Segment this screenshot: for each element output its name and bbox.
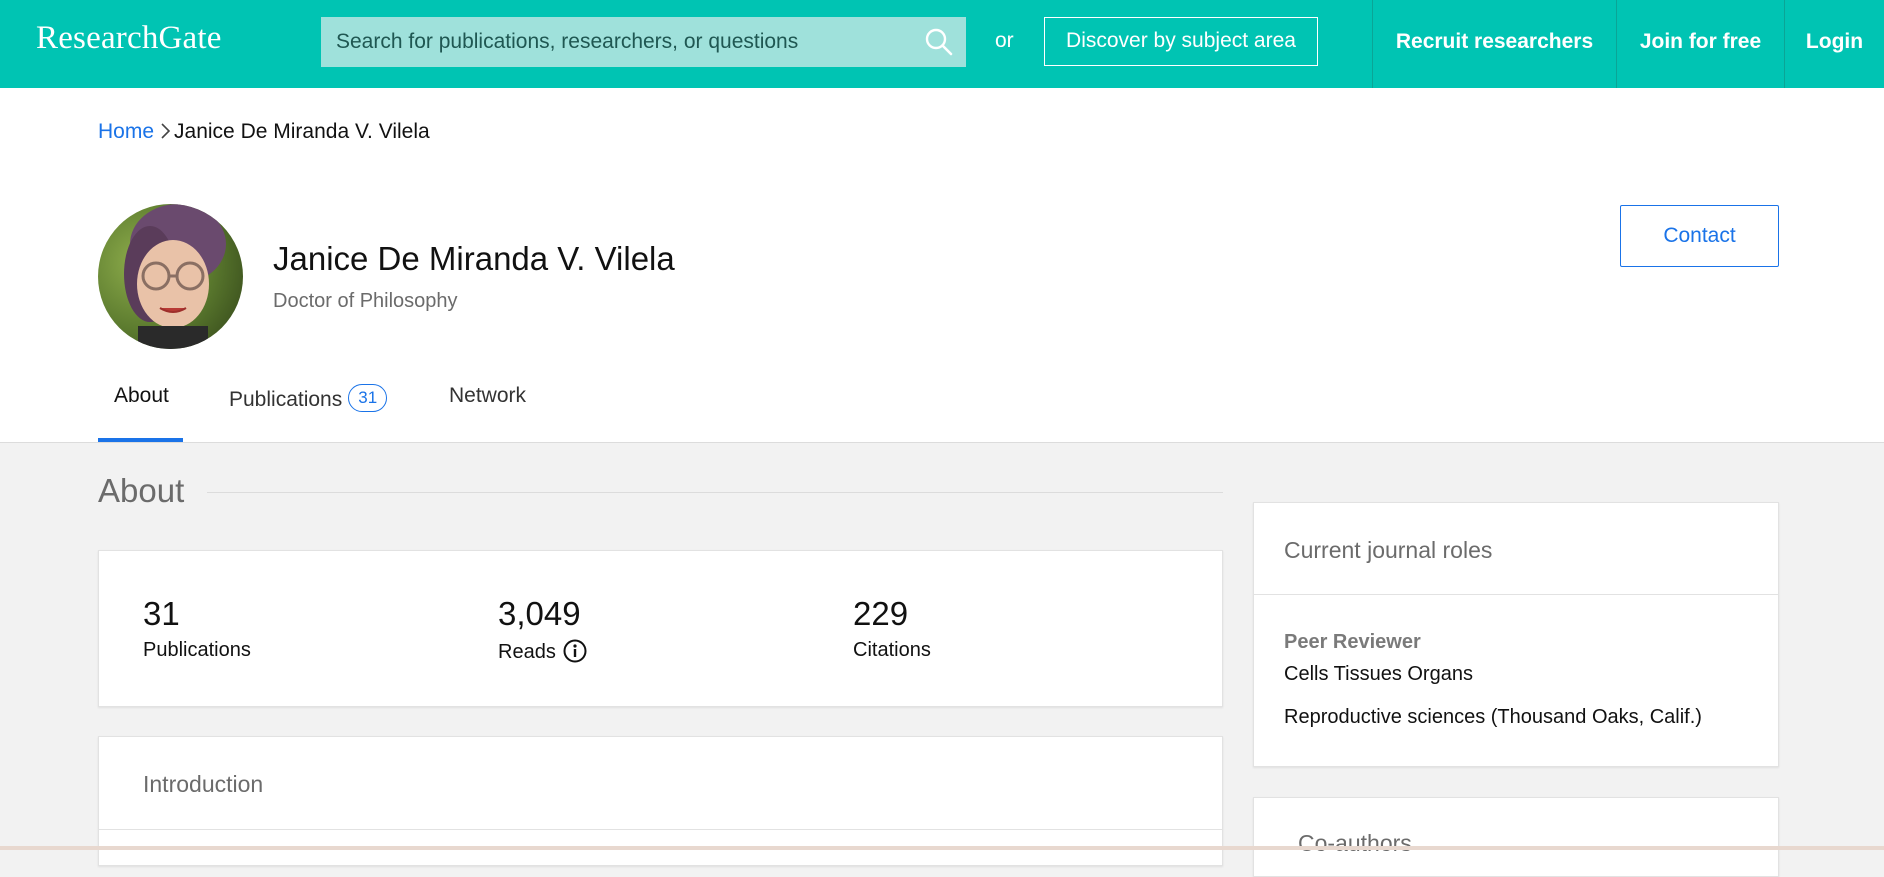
bottom-edge (0, 846, 1884, 850)
stat-publications-label: Publications (143, 639, 251, 661)
card-divider (1254, 594, 1778, 595)
breadcrumb-home-link[interactable]: Home (98, 120, 154, 143)
avatar-image (98, 204, 243, 349)
stats-card: 31 Publications 3,049 Reads 229 Citation… (98, 550, 1223, 707)
top-navigation-bar: ResearchGate or Discover by subject area… (0, 0, 1884, 88)
avatar[interactable] (98, 204, 243, 349)
discover-by-subject-button[interactable]: Discover by subject area (1044, 17, 1318, 66)
stat-publications-value: 31 (143, 595, 180, 632)
publications-count-badge: 31 (348, 384, 388, 412)
breadcrumb-current: Janice De Miranda V. Vilela (174, 120, 430, 143)
info-icon[interactable] (563, 639, 587, 663)
breadcrumb: Home Janice De Miranda V. Vilela (98, 120, 430, 144)
search-input[interactable] (321, 17, 911, 67)
login-link[interactable]: Login (1784, 0, 1884, 88)
join-for-free-link[interactable]: Join for free (1616, 0, 1784, 88)
section-title-about: About (98, 472, 185, 509)
section-divider (207, 492, 1223, 493)
coauthors-card: Co-authors (1253, 797, 1779, 877)
researchgate-logo[interactable]: ResearchGate (36, 20, 222, 57)
search-box[interactable] (321, 17, 966, 67)
recruit-researchers-link[interactable]: Recruit researchers (1372, 0, 1616, 88)
journal-roles-title: Current journal roles (1284, 537, 1493, 563)
tab-network[interactable]: Network (449, 384, 526, 408)
tab-publications[interactable]: Publications 31 (229, 384, 388, 412)
active-tab-indicator (98, 438, 183, 442)
tab-publications-label: Publications (229, 388, 343, 411)
card-divider (99, 829, 1222, 830)
chevron-right-icon (161, 123, 171, 139)
introduction-title: Introduction (143, 771, 264, 797)
profile-name: Janice De Miranda V. Vilela (273, 240, 675, 277)
role-heading: Peer Reviewer (1284, 631, 1421, 653)
tab-about[interactable]: About (114, 384, 169, 408)
profile-header: Home Janice De Miranda V. Vilela Janice D… (0, 88, 1884, 443)
journal-roles-card: Current journal roles Peer Reviewer Cell… (1253, 502, 1779, 767)
contact-button[interactable]: Contact (1620, 205, 1779, 267)
profile-degree: Doctor of Philosophy (273, 290, 458, 312)
stat-citations-value: 229 (853, 595, 909, 632)
coauthors-title: Co-authors (1298, 830, 1412, 856)
journal-item[interactable]: Cells Tissues Organs (1284, 663, 1473, 686)
stat-reads-label: Reads (498, 641, 556, 663)
stat-reads: Reads (498, 639, 587, 664)
journal-item[interactable]: Reproductive sciences (Thousand Oaks, Ca… (1284, 706, 1702, 729)
search-icon[interactable] (924, 27, 954, 57)
or-separator: or (995, 29, 1014, 52)
stat-citations-label: Citations (853, 639, 931, 661)
stat-reads-value: 3,049 (498, 595, 581, 632)
